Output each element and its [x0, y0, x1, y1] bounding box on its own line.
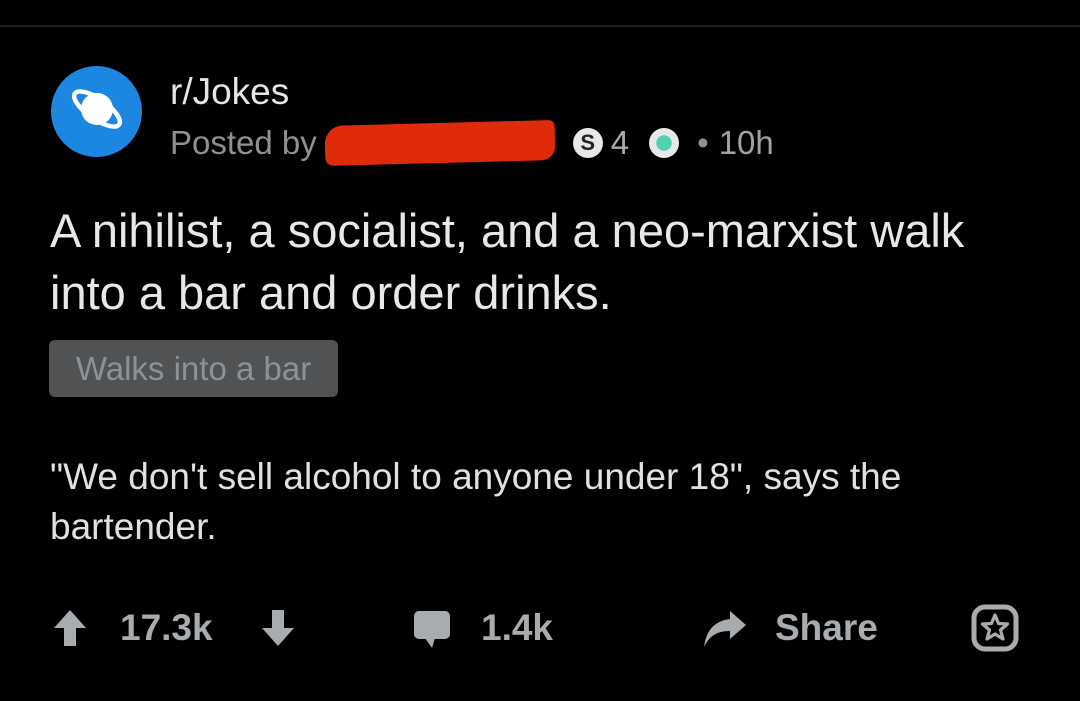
downvote-button[interactable]: [258, 600, 298, 656]
arrow-down-icon: [258, 606, 298, 650]
share-button[interactable]: [700, 600, 748, 656]
award-count: 4: [610, 124, 630, 161]
share-arrow-icon: [700, 605, 748, 651]
subreddit-name[interactable]: r/Jokes: [170, 72, 289, 112]
comment-bubble-icon: [411, 606, 453, 650]
post-flair[interactable]: Walks into a bar: [49, 340, 338, 397]
planet-icon: [67, 79, 127, 144]
silver-award-icon: S: [572, 128, 603, 158]
vote-score: 17.3k: [120, 607, 213, 648]
arrow-up-icon: [50, 606, 90, 650]
action-bar: 17.3k 1.4k Share: [0, 600, 1080, 656]
comments-button[interactable]: [411, 600, 453, 656]
post-age: 10h: [718, 124, 774, 161]
redacted-username: [324, 119, 556, 167]
top-divider: [0, 25, 1080, 27]
meta-separator: •: [697, 124, 709, 161]
posted-by-label: Posted by: [170, 124, 317, 161]
post-meta: Posted by S 4 • 10h: [170, 119, 774, 167]
helpful-award-icon: [649, 128, 680, 158]
award-icon: [970, 603, 1020, 653]
post-title[interactable]: A nihilist, a socialist, and a neo-marxi…: [50, 200, 1050, 324]
post-body: "We don't sell alcohol to anyone under 1…: [50, 456, 902, 547]
award-button[interactable]: [970, 600, 1020, 656]
share-label[interactable]: Share: [775, 600, 878, 656]
comment-count[interactable]: 1.4k: [481, 600, 553, 656]
upvote-button[interactable]: [50, 600, 90, 656]
subreddit-avatar[interactable]: [51, 66, 142, 157]
